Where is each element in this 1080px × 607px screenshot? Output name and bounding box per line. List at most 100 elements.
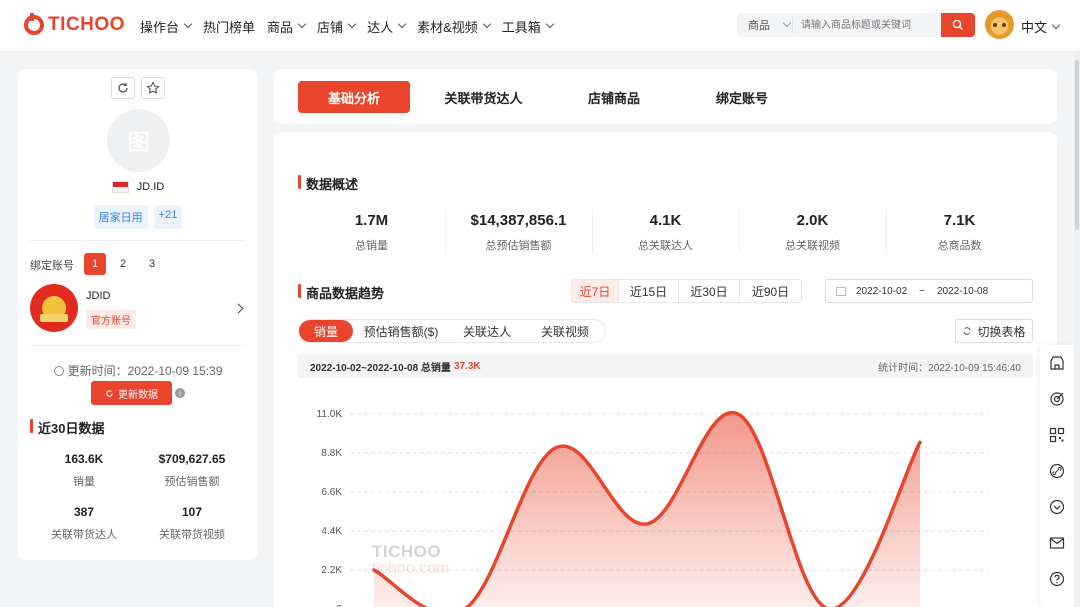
update-data-button[interactable]: 更新数据 [91, 381, 172, 405]
qr-code-icon[interactable] [1049, 427, 1065, 443]
nav-item[interactable]: 操作台 [140, 17, 193, 36]
overview-influencers-label: 总关联达人 [638, 240, 693, 252]
stat-videos-label: 关联带货视频 [159, 529, 225, 541]
range-7d[interactable]: 近7日 [572, 280, 619, 302]
mail-icon[interactable] [1049, 535, 1065, 551]
analysis-tabs: 基础分析 关联带货达人 店铺商品 绑定账号 [274, 69, 1057, 124]
tab-bound-accounts[interactable]: 绑定账号 [687, 81, 797, 113]
link-icon[interactable] [1049, 463, 1065, 479]
search-box: 商品 [737, 13, 975, 37]
data-point[interactable] [918, 440, 922, 444]
trend-title: 商品数据趋势 [298, 283, 384, 302]
metric-tabs: 销量 预估销售额($) 关联达人 关联视频 [298, 319, 606, 343]
info-icon[interactable]: i [175, 388, 185, 398]
account-avatar[interactable] [30, 284, 78, 332]
stat-revenue-label: 预估销售额 [164, 476, 220, 488]
sales-trend-chart[interactable]: 11.0K8.8K6.6K4.4K2.2K0 [298, 394, 1033, 607]
target-icon[interactable] [1049, 391, 1065, 407]
nav-item[interactable]: 工具箱 [502, 17, 555, 36]
nav-item[interactable]: 热门榜单 [203, 17, 255, 36]
language-select[interactable]: 中文 [1021, 17, 1061, 36]
data-point[interactable] [554, 446, 558, 450]
switch-table-button[interactable]: 切换表格 [955, 319, 1033, 343]
divider [30, 345, 246, 346]
tichoo-logo[interactable]: TICHOO [24, 13, 125, 36]
metric-influencers[interactable]: 关联达人 [449, 320, 525, 342]
search-button[interactable] [941, 13, 975, 37]
nav-item[interactable]: 商品 [267, 17, 307, 36]
shop-icon[interactable] [1049, 355, 1065, 371]
tab-shop-products[interactable]: 店铺商品 [559, 81, 669, 113]
nav-item[interactable]: 达人 [367, 17, 407, 36]
metric-revenue[interactable]: 预估销售额($) [353, 320, 449, 342]
range-15d[interactable]: 近15日 [619, 280, 679, 302]
tab-basic-analysis[interactable]: 基础分析 [298, 81, 410, 113]
more-tags-badge[interactable]: +21 [153, 205, 183, 229]
chart-area-fill [374, 412, 920, 607]
calendar-icon [836, 286, 846, 296]
account-page-3[interactable]: 3 [141, 253, 163, 275]
chevron-down-icon [545, 19, 555, 29]
data-point[interactable] [645, 522, 649, 526]
user-avatar[interactable] [985, 10, 1014, 39]
chevron-down-icon [183, 19, 193, 29]
data-point[interactable] [736, 412, 740, 416]
account-name[interactable]: JDID [86, 290, 110, 302]
overview-title: 数据概述 [298, 174, 358, 193]
category-tag[interactable]: 居家日用 [93, 205, 148, 229]
scrollbar-thumb[interactable] [1075, 60, 1079, 230]
search-category-select[interactable]: 商品 [737, 17, 793, 33]
stat-sales-value: 163.6K [64, 452, 104, 466]
metric-videos[interactable]: 关联视频 [525, 320, 605, 342]
date-start[interactable]: 2022-10-02 [856, 286, 907, 297]
chevron-down-icon [397, 19, 407, 29]
overview-total-revenue-value: $14,387,856.1 [470, 212, 567, 229]
range-90d[interactable]: 近90日 [740, 280, 801, 302]
stat-revenue-value: $709,627.65 [158, 452, 226, 466]
refresh-button[interactable] [111, 77, 135, 99]
refresh-icon [118, 83, 128, 93]
account-page-1[interactable]: 1 [84, 253, 106, 275]
info-total-sales: 37.3K [453, 360, 481, 372]
overview-products-value: 7.1K [943, 212, 976, 229]
overview-videos-value: 2.0K [796, 212, 829, 229]
recent-30d-title: 近30日数据 [30, 418, 104, 437]
main-content: 数据概述 1.7M 总销量 $14,387,856.1 总预估销售额 4.1K … [274, 132, 1057, 607]
chevron-down-icon [782, 18, 792, 28]
search-icon [952, 19, 963, 30]
stat-sales-label: 销量 [73, 476, 95, 488]
tab-related-influencers[interactable]: 关联带货达人 [426, 81, 541, 113]
search-input[interactable] [793, 13, 941, 37]
top-navbar: TICHOO 操作台热门榜单商品店铺达人素材&视频工具箱 商品 中文 [0, 0, 1080, 52]
metric-sales[interactable]: 销量 [299, 320, 353, 342]
account-page-2[interactable]: 2 [112, 253, 134, 275]
feedback-icon[interactable] [1049, 499, 1065, 515]
chevron-right-icon[interactable] [233, 303, 244, 314]
nav-item[interactable]: 素材&视频 [417, 17, 491, 36]
date-end[interactable]: 2022-10-08 [937, 286, 988, 297]
help-icon[interactable] [1049, 571, 1065, 587]
info-stat-time: 统计时间：2022-10-09 15:46:40 [878, 362, 1021, 374]
y-tick-label: 4.4K [321, 526, 342, 537]
nav-item[interactable]: 店铺 [317, 17, 357, 36]
y-tick-label: 11.0K [317, 409, 343, 420]
image-placeholder-icon: 图 [127, 129, 150, 155]
switch-icon [963, 327, 971, 335]
data-point[interactable] [372, 568, 376, 572]
y-tick-label: 2.2K [321, 565, 342, 576]
date-separator: ~ [919, 285, 925, 297]
shop-name-row: JD.ID [18, 181, 258, 193]
favorite-button[interactable] [141, 77, 165, 99]
clock-icon [53, 365, 64, 376]
bind-account-label: 绑定账号 [30, 260, 74, 272]
date-range-tabs: 近7日 近15日 近30日 近90日 [571, 279, 802, 303]
date-range-picker[interactable]: 2022-10-02 ~ 2022-10-08 [825, 279, 1033, 303]
y-tick-label: 8.8K [321, 448, 342, 459]
stat-influencers-value: 387 [73, 505, 95, 519]
overview-total-sales-label: 总销量 [355, 240, 388, 252]
refresh-icon [106, 389, 113, 397]
update-time: 更新时间：2022-10-09 15:39 [18, 362, 258, 379]
chevron-down-icon [1051, 20, 1061, 29]
range-30d[interactable]: 近30日 [679, 280, 740, 302]
main-nav: 操作台 热门榜单 商品 店铺 达人 素材&视频 工具箱 [140, 0, 565, 52]
